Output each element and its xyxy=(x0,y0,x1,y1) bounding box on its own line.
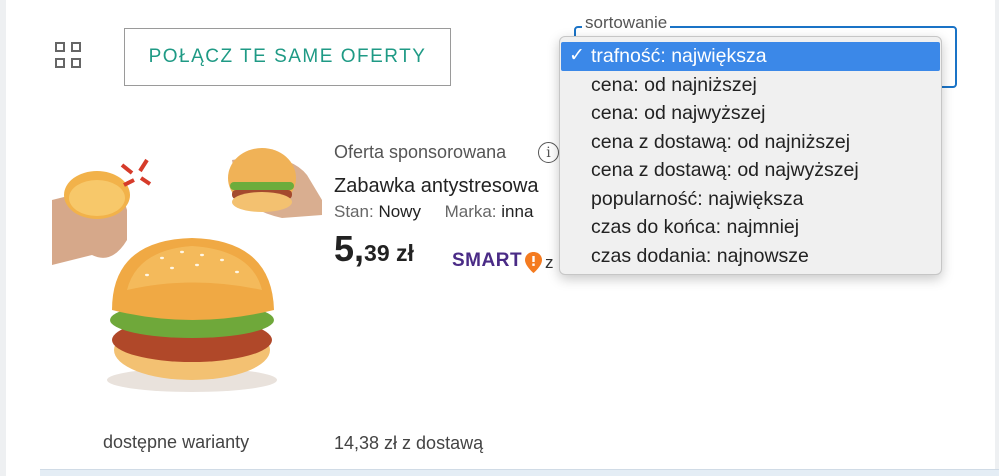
merge-same-offers-button[interactable]: POŁĄCZ TE SAME OFERTY xyxy=(124,28,451,86)
product-image[interactable] xyxy=(52,140,322,400)
sort-option[interactable]: czas do końca: najmniej xyxy=(560,213,941,242)
sort-option-label: cena: od najniższej xyxy=(591,73,757,96)
sort-option-label: trafność: największa xyxy=(591,45,767,67)
product-meta: Stan: Nowy Marka: inna xyxy=(334,202,533,222)
sort-option-label: cena z dostawą: od najwyższej xyxy=(591,159,859,181)
brand-label: Marka: xyxy=(444,202,497,221)
variants-link[interactable]: dostępne warianty xyxy=(103,432,249,453)
left-gutter xyxy=(0,0,6,476)
sort-option[interactable]: cena: od najniższej xyxy=(560,71,941,100)
price-fraction: 39 zł xyxy=(364,240,414,266)
sort-label: sortowanie xyxy=(582,14,671,32)
sort-option[interactable]: czas dodania: najnowsze xyxy=(560,242,941,271)
sort-option-label: czas dodania: najnowsze xyxy=(591,244,809,267)
delivery-price: 14,38 zł z dostawą xyxy=(334,433,484,453)
smart-pin-icon xyxy=(525,252,542,273)
sort-option[interactable]: cena z dostawą: od najwyższej xyxy=(560,156,941,185)
sponsored-label: Oferta sponsorowana xyxy=(334,142,507,162)
price-main: 5, xyxy=(334,228,365,269)
brand-value: inna xyxy=(501,202,534,221)
product-price: 5,39 zł xyxy=(334,228,414,270)
right-gutter xyxy=(995,0,999,476)
check-icon: ✓ xyxy=(569,45,585,66)
sort-option-label: czas do końca: najmniej xyxy=(591,216,800,238)
grid-view-icon[interactable] xyxy=(55,42,85,72)
product-title[interactable]: Zabawka antystresowa xyxy=(334,175,539,198)
sort-option-label: cena: od najwyższej xyxy=(591,102,766,124)
sort-option[interactable]: cena: od najwyższej xyxy=(560,99,941,128)
smart-suffix: z xyxy=(545,253,554,272)
condition-value: Nowy xyxy=(378,202,421,221)
sort-option[interactable]: popularność: największa xyxy=(560,185,941,214)
sort-option[interactable]: cena z dostawą: od najniższej xyxy=(560,128,941,157)
sort-dropdown-menu: ✓ trafność: największa cena: od najniższe… xyxy=(559,36,942,275)
sort-option[interactable]: ✓ trafność: największa xyxy=(561,42,940,71)
sort-option-label: popularność: największa xyxy=(591,187,804,210)
bottom-divider xyxy=(40,469,999,476)
smart-badge: SMART xyxy=(452,250,523,271)
info-icon[interactable]: i xyxy=(538,142,559,163)
condition-label: Stan: xyxy=(334,202,374,221)
sort-option-label: cena z dostawą: od najniższej xyxy=(591,130,851,153)
